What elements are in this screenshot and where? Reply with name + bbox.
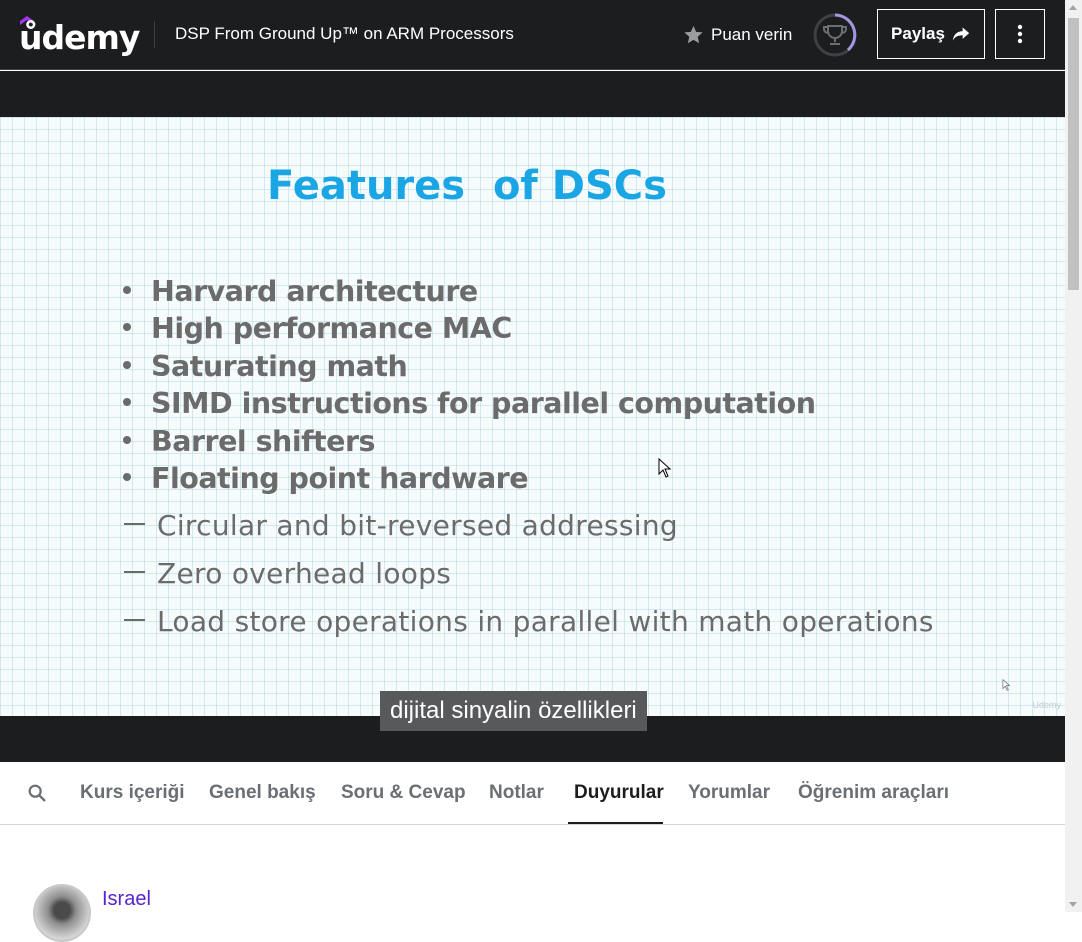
slide-bullet-text: Harvard architecture — [151, 275, 478, 308]
course-title[interactable]: DSP From Ground Up™ on ARM Processors — [175, 24, 514, 44]
scrollbar-thumb[interactable] — [1068, 18, 1079, 290]
scroll-down-arrow-icon[interactable] — [1069, 902, 1077, 907]
avatar[interactable] — [33, 884, 91, 942]
mouse-cursor-icon — [658, 457, 672, 483]
bullet-dot — [123, 323, 131, 332]
slide-bullet-text: SIMD instructions for parallel computati… — [151, 387, 816, 421]
rate-course-button[interactable]: Puan verin — [682, 22, 792, 48]
slide-bullet-text: Floating point hardware — [151, 461, 529, 495]
dash-marker — [124, 571, 145, 573]
tab-qa[interactable]: Soru & Cevap — [341, 782, 466, 804]
trophy-icon — [813, 13, 857, 57]
vertical-dots-icon — [1017, 24, 1023, 44]
announcement-author[interactable]: Israel — [102, 888, 151, 911]
slide-bullet-text: Saturating math — [151, 349, 408, 383]
dash-marker — [124, 523, 145, 525]
slide-bullet-text: Barrel shifters — [151, 424, 375, 458]
tab-overview[interactable]: Genel bakış — [209, 782, 316, 804]
slide-bullet-text: High performance MAC — [151, 312, 512, 346]
share-label: Paylaş — [891, 24, 945, 43]
lecture-slide[interactable]: Features of DSCs Harvard architecture Hi… — [0, 117, 1065, 716]
scroll-up-arrow-icon[interactable] — [1069, 5, 1077, 10]
bullet-dot — [123, 472, 131, 481]
share-button[interactable]: Paylaş — [877, 9, 985, 59]
small-cursor-icon — [1002, 678, 1011, 696]
udemy-watermark: Udemy — [1032, 700, 1061, 710]
bullet-dot — [123, 435, 131, 444]
search-icon[interactable] — [26, 782, 48, 809]
progress-trophy[interactable] — [812, 12, 858, 58]
course-tabs: Kurs içeriği Genel bakış Soru & Cevap No… — [0, 762, 1065, 825]
share-arrow-icon — [952, 27, 970, 41]
active-tab-indicator — [568, 822, 663, 824]
tab-announcements[interactable]: Duyurular — [574, 782, 664, 804]
video-caption: dijital sinyalin özellikleri — [380, 691, 647, 731]
slide-subitem-text: Zero overhead loops — [157, 557, 452, 590]
bullet-dot — [123, 360, 131, 369]
slide-subitem-text: Circular and bit-reversed addressing — [157, 509, 678, 542]
bullet-dot — [123, 286, 131, 294]
tab-learning-tools[interactable]: Öğrenim araçları — [798, 782, 949, 804]
slide-title: Features of DSCs — [267, 163, 667, 209]
top-header: ůdemy DSP From Ground Up™ on ARM Process… — [0, 0, 1065, 70]
logo-wordmark: ůdemy — [19, 18, 140, 57]
udemy-logo[interactable]: ůdemy — [19, 12, 140, 57]
dash-marker — [124, 619, 145, 621]
tab-notes[interactable]: Notlar — [489, 782, 544, 804]
header-divider — [154, 21, 155, 48]
tab-reviews[interactable]: Yorumlar — [688, 782, 770, 804]
bullet-dot — [123, 398, 131, 407]
rate-course-label: Puan verin — [711, 25, 793, 44]
more-options-button[interactable] — [995, 9, 1045, 59]
slide-subitem-text: Load store operations in parallel with m… — [157, 605, 934, 638]
star-icon — [684, 25, 703, 44]
tab-course-content[interactable]: Kurs içeriği — [80, 782, 185, 804]
